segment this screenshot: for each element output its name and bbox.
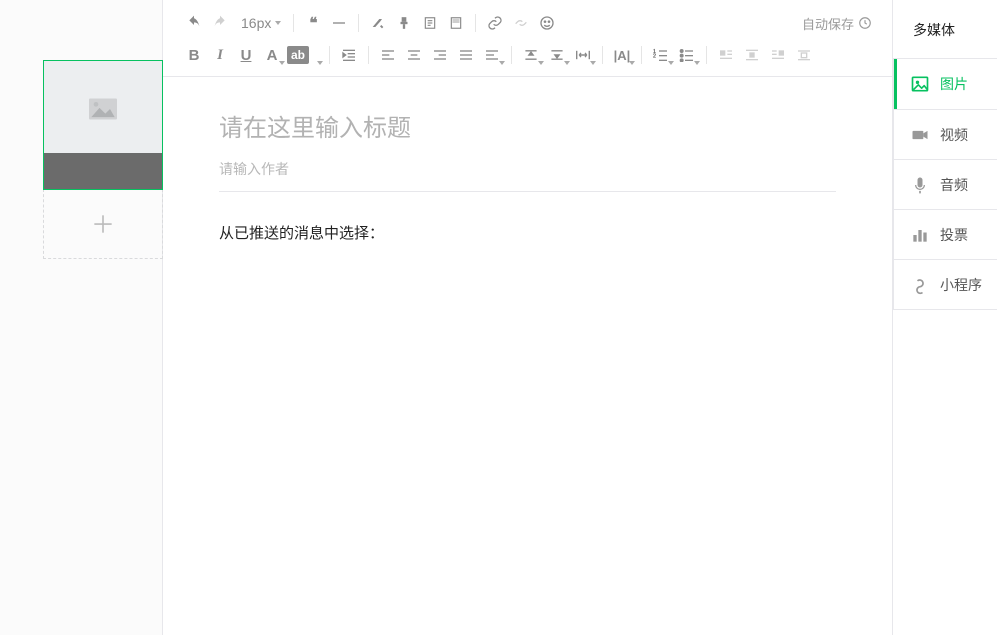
blockquote-button[interactable]: ❝ xyxy=(300,10,326,36)
body-paragraph[interactable]: 从已推送的消息中选择： xyxy=(219,222,836,243)
float-none-button[interactable] xyxy=(791,42,817,68)
font-color-button[interactable]: A xyxy=(259,42,285,68)
toolbar-separator xyxy=(358,14,359,32)
line-height-dec-button[interactable] xyxy=(544,42,570,68)
bold-button[interactable]: B xyxy=(181,42,207,68)
title-input[interactable] xyxy=(219,113,836,155)
highlight-dropdown[interactable] xyxy=(311,42,323,68)
chevron-down-icon xyxy=(590,61,596,65)
toolbar-row-1: 16px ❝ 自动保存 xyxy=(181,8,876,38)
emoji-button[interactable] xyxy=(534,10,560,36)
media-tab-vote[interactable]: 投票 xyxy=(894,209,997,259)
autosave-status: 自动保存 xyxy=(802,14,876,33)
indent-button[interactable] xyxy=(336,42,362,68)
image-icon xyxy=(910,74,930,94)
poll-icon xyxy=(910,225,930,245)
align-more-button[interactable] xyxy=(479,42,505,68)
toolbar-row-2: B I U A ab |A| 12 xyxy=(181,40,876,70)
media-type-list: 图片 视频 音频 投票 小程序 xyxy=(893,58,997,310)
thumbnail-caption-bar xyxy=(44,153,162,189)
media-tab-image[interactable]: 图片 xyxy=(894,59,997,109)
author-input[interactable] xyxy=(219,155,836,192)
toolbar-separator xyxy=(602,46,603,64)
unordered-list-button[interactable] xyxy=(674,42,700,68)
chevron-down-icon xyxy=(317,61,323,65)
thumbnail-image-placeholder xyxy=(44,61,162,156)
chevron-down-icon xyxy=(275,21,281,25)
miniprogram-icon xyxy=(910,275,930,295)
toolbar-separator xyxy=(641,46,642,64)
toolbar-separator xyxy=(329,46,330,64)
align-right-button[interactable] xyxy=(427,42,453,68)
align-justify-button[interactable] xyxy=(453,42,479,68)
toolbar-separator xyxy=(293,14,294,32)
media-tab-label: 小程序 xyxy=(940,275,982,295)
chevron-down-icon xyxy=(629,61,635,65)
font-size-select[interactable]: 16px xyxy=(233,15,287,31)
insert-link-button[interactable] xyxy=(482,10,508,36)
letter-spacing-button[interactable]: |A| xyxy=(609,42,635,68)
microphone-icon xyxy=(910,175,930,195)
page-thumbnail-rail xyxy=(0,0,163,635)
media-tab-miniprogram[interactable]: 小程序 xyxy=(894,259,997,309)
italic-button[interactable]: I xyxy=(207,42,233,68)
line-height-inc-button[interactable] xyxy=(518,42,544,68)
float-left-button[interactable] xyxy=(713,42,739,68)
editor-toolbar: 16px ❝ 自动保存 B I U A ab xyxy=(163,0,892,77)
underline-button[interactable]: U xyxy=(233,42,259,68)
toolbar-separator xyxy=(368,46,369,64)
horizontal-rule-button[interactable] xyxy=(326,10,352,36)
media-tab-label: 视频 xyxy=(940,125,968,145)
page-thumbnail[interactable] xyxy=(43,60,163,190)
chevron-down-icon xyxy=(499,61,505,65)
toolbar-separator xyxy=(475,14,476,32)
autosave-label: 自动保存 xyxy=(802,14,854,33)
unlink-button[interactable] xyxy=(508,10,534,36)
float-center-button[interactable] xyxy=(739,42,765,68)
undo-button[interactable] xyxy=(181,10,207,36)
toolbar-separator xyxy=(706,46,707,64)
clear-format-button[interactable] xyxy=(365,10,391,36)
align-center-button[interactable] xyxy=(401,42,427,68)
spacing-button[interactable] xyxy=(570,42,596,68)
format-brush-button[interactable] xyxy=(391,10,417,36)
editor-pane: 16px ❝ 自动保存 B I U A ab xyxy=(163,0,892,635)
editor-content-area[interactable]: 从已推送的消息中选择： xyxy=(163,77,892,635)
clock-icon xyxy=(858,16,872,30)
svg-text:2: 2 xyxy=(653,54,656,60)
chevron-down-icon xyxy=(279,61,285,65)
media-tab-label: 音频 xyxy=(940,175,968,195)
ordered-list-button[interactable]: 12 xyxy=(648,42,674,68)
add-page-button[interactable] xyxy=(43,189,163,259)
highlight-button[interactable]: ab xyxy=(287,46,309,64)
toolbar-separator xyxy=(511,46,512,64)
insert-card-button[interactable] xyxy=(443,10,469,36)
float-right-button[interactable] xyxy=(765,42,791,68)
insert-template-button[interactable] xyxy=(417,10,443,36)
media-tab-video[interactable]: 视频 xyxy=(894,109,997,159)
align-left-button[interactable] xyxy=(375,42,401,68)
media-sidebar-title: 多媒体 xyxy=(893,0,997,58)
media-sidebar: 多媒体 图片 视频 音频 投票 小程序 xyxy=(892,0,997,635)
redo-button[interactable] xyxy=(207,10,233,36)
media-tab-label: 图片 xyxy=(940,74,968,94)
video-icon xyxy=(910,125,930,145)
font-size-value: 16px xyxy=(241,15,271,31)
media-tab-audio[interactable]: 音频 xyxy=(894,159,997,209)
media-tab-label: 投票 xyxy=(940,225,968,245)
chevron-down-icon xyxy=(694,61,700,65)
